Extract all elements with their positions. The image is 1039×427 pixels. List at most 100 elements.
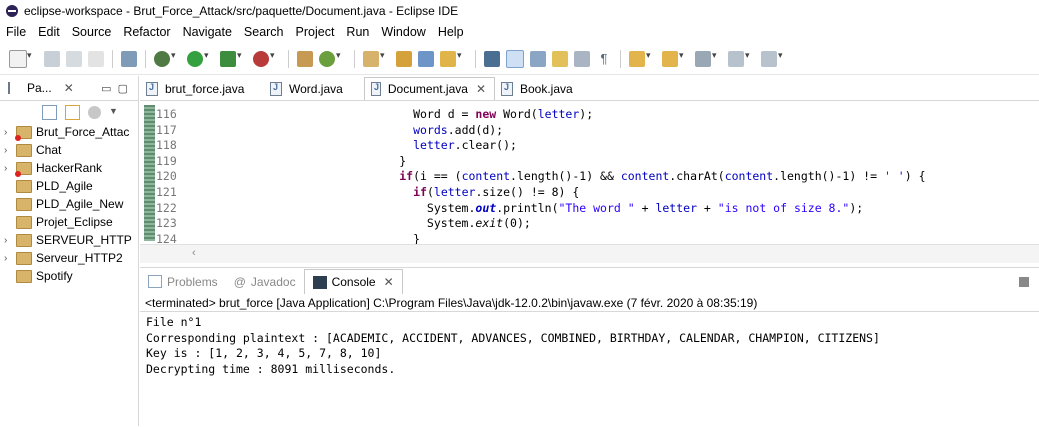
new-class-icon[interactable] [319, 50, 341, 67]
project-item[interactable]: PLD_Agile_New [4, 195, 138, 213]
editor-horizontal-scrollbar[interactable]: ‹ [140, 244, 1039, 263]
mark-occurrences-icon[interactable] [506, 50, 524, 68]
skip-breakpoints-icon[interactable] [121, 51, 137, 67]
word-wrap-icon[interactable] [552, 51, 568, 67]
back-icon[interactable] [728, 50, 750, 67]
project-icon [16, 143, 32, 157]
expand-arrow-icon[interactable]: › [4, 235, 16, 246]
project-item[interactable]: › Chat [4, 141, 138, 159]
tab-problems[interactable]: Problems [140, 270, 226, 294]
menu-navigate[interactable]: Navigate [177, 25, 238, 39]
close-icon[interactable]: ✕ [64, 81, 74, 95]
toolbar-separator [354, 50, 355, 68]
last-edit-location-icon[interactable] [695, 50, 717, 67]
project-item[interactable]: Spotify [4, 267, 138, 285]
link-with-editor-icon[interactable] [65, 104, 80, 120]
tab-console[interactable]: Console ✕ [303, 269, 403, 294]
coverage-icon[interactable] [220, 50, 242, 67]
menu-run[interactable]: Run [340, 25, 375, 39]
run-icon[interactable] [187, 50, 209, 67]
code-line[interactable]: } [330, 154, 926, 170]
menu-source[interactable]: Source [66, 25, 118, 39]
wand-icon[interactable] [440, 50, 462, 67]
javadoc-icon: @ [233, 274, 246, 289]
project-label: PLD_Agile_New [36, 197, 124, 211]
save-icon[interactable] [44, 51, 60, 67]
project-tree: › Brut_Force_Attac › Chat › HackerRank PLD_… [0, 123, 138, 285]
tab-document-java[interactable]: Document.java ✕ [364, 77, 495, 100]
console-output[interactable]: File n°1 Corresponding plaintext : [ACADE… [140, 312, 1039, 377]
project-item[interactable]: › Serveur_HTTP2 [4, 249, 138, 267]
new-java-project-icon[interactable] [297, 51, 313, 67]
project-item[interactable]: PLD_Agile [4, 177, 138, 195]
minimize-maximize-icon[interactable]: ▭ ▢ [101, 82, 128, 95]
editor-tab-label: brut_force.java [165, 82, 245, 96]
java-file-icon [146, 82, 158, 96]
tab-word-java[interactable]: Word.java [264, 78, 364, 100]
code-line[interactable]: if(i == (content.length()-1) && content.… [330, 169, 925, 185]
editor-tab-label: Book.java [520, 82, 573, 96]
project-error-icon [15, 125, 32, 141]
print-icon[interactable] [88, 51, 104, 67]
project-label: Brut_Force_Attac [36, 125, 130, 139]
code-line[interactable]: System.out.println("The word " + letter … [330, 201, 926, 217]
tab-package-explorer[interactable]: Pa... ✕ [0, 81, 74, 95]
search-icon[interactable] [418, 51, 434, 67]
forward-icon[interactable] [761, 50, 783, 67]
tab-javadoc[interactable]: @ Javadoc [226, 270, 304, 294]
previous-annotation-icon[interactable] [662, 50, 684, 67]
toolbar-separator [145, 50, 146, 68]
pilcrow-icon[interactable]: ¶ [596, 51, 612, 67]
next-annotation-icon[interactable] [629, 50, 651, 67]
debug-icon[interactable] [154, 50, 176, 67]
expand-arrow-icon[interactable]: › [4, 163, 16, 174]
project-label: Projet_Eclipse [36, 215, 113, 229]
code-line[interactable]: } [330, 232, 926, 244]
code-line[interactable]: letter.clear(); [330, 138, 926, 154]
code-editor[interactable]: 116 117 118 119 120 121 122 123 124 Word d = new… [140, 101, 1039, 244]
terminate-icon[interactable] [1019, 276, 1029, 287]
focus-task-icon[interactable] [88, 105, 101, 119]
project-item[interactable]: Projet_Eclipse [4, 213, 138, 231]
line-number: 116 [156, 107, 177, 121]
external-tools-icon[interactable] [253, 50, 275, 67]
code-line[interactable]: Word d = new Word(letter); [330, 107, 926, 123]
code-line[interactable]: System.exit(0); [330, 216, 926, 232]
menu-search[interactable]: Search [238, 25, 290, 39]
show-whitespace-icon[interactable] [574, 51, 590, 67]
view-menu-icon[interactable]: ▼ [109, 106, 122, 119]
expand-arrow-icon[interactable]: › [4, 145, 16, 156]
menu-project[interactable]: Project [290, 25, 341, 39]
project-icon [16, 215, 32, 229]
code-text[interactable]: Word d = new Word(letter); words.add(d);… [330, 107, 926, 244]
toggle-ant-editor-icon[interactable] [484, 51, 500, 67]
toolbar-separator [475, 50, 476, 68]
toggle-block-selection-icon[interactable] [530, 51, 546, 67]
project-item[interactable]: › Brut_Force_Attac [4, 123, 138, 141]
menu-help[interactable]: Help [432, 25, 470, 39]
expand-arrow-icon[interactable]: › [4, 253, 16, 264]
menu-refactor[interactable]: Refactor [117, 25, 176, 39]
code-line[interactable]: if(letter.size() != 8) { [330, 185, 926, 201]
close-icon[interactable]: ✕ [384, 275, 394, 289]
open-type-icon[interactable] [363, 50, 385, 67]
save-all-icon[interactable] [66, 51, 82, 67]
project-item[interactable]: › HackerRank [4, 159, 138, 177]
menu-file[interactable]: File [0, 25, 32, 39]
scroll-left-icon[interactable]: ‹ [192, 247, 196, 259]
menu-edit[interactable]: Edit [32, 25, 66, 39]
new-file-icon[interactable] [9, 50, 32, 68]
close-icon[interactable]: ✕ [476, 82, 486, 96]
expand-arrow-icon[interactable]: › [4, 127, 16, 138]
project-item[interactable]: › SERVEUR_HTTP [4, 231, 138, 249]
project-label: HackerRank [36, 161, 103, 175]
project-label: Spotify [36, 269, 73, 283]
code-line[interactable]: words.add(d); [330, 123, 926, 139]
tab-book-java[interactable]: Book.java [495, 78, 589, 100]
collapse-all-icon[interactable] [42, 104, 57, 120]
menu-window[interactable]: Window [375, 25, 431, 39]
java-file-icon [501, 82, 513, 96]
open-task-icon[interactable] [396, 51, 412, 67]
window-title: eclipse-workspace - Brut_Force_Attack/sr… [24, 4, 459, 18]
tab-brut-force-java[interactable]: brut_force.java [140, 78, 264, 100]
